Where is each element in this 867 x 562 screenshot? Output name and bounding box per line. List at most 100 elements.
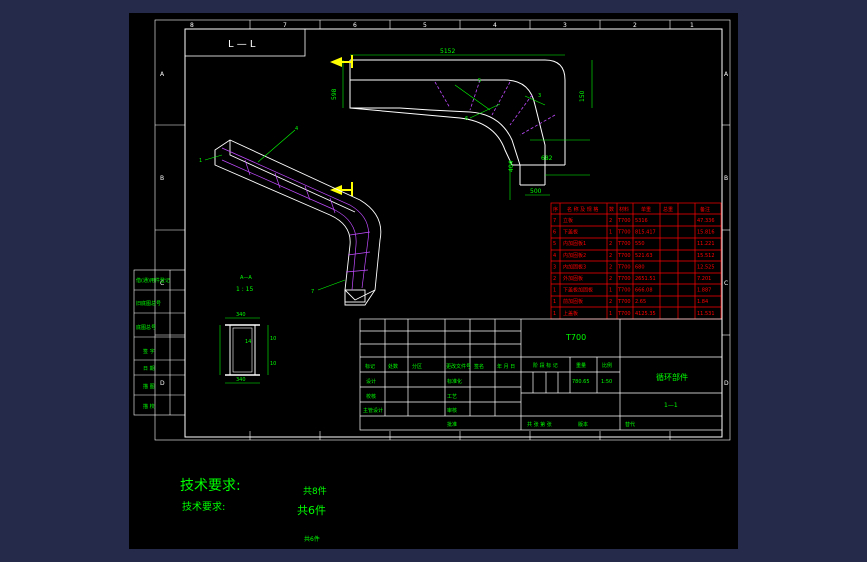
parts-cell: 2 (553, 276, 556, 282)
side-label: 描 校 (143, 403, 155, 410)
parts-cell: 内加固板3 (563, 263, 586, 270)
tb-scale: 1:50 (601, 379, 612, 385)
tb-h-weight: 重量 (576, 362, 586, 369)
tb-h-date: 年 月 日 (497, 363, 515, 370)
parts-cell: T700 (617, 253, 631, 259)
parts-cell: T700 (617, 230, 631, 236)
tb-weight: 780.65 (572, 379, 590, 385)
grid-label-top: 3 (563, 22, 567, 29)
tb-r-design: 设计 (366, 378, 376, 385)
tb-r-check: 校核 (366, 393, 376, 400)
balloon: 5 (478, 78, 481, 84)
parts-cell: 2 (609, 264, 612, 270)
parts-cell: 680 (635, 264, 645, 270)
tb-material: T700 (565, 333, 586, 342)
parts-header: 数 (609, 206, 614, 213)
parts-cell: 521.63 (635, 253, 653, 259)
grid-label-top: 1 (690, 22, 694, 29)
side-label: 描 图 (143, 383, 155, 390)
dim-radius: 682 (541, 155, 553, 162)
tb-drawing-name: 循环部件 (656, 372, 688, 382)
dim-length: 5152 (440, 48, 455, 55)
tb-h-doc: 更改文件号 (446, 363, 471, 370)
parts-cell: 2651.51 (635, 276, 656, 282)
parts-cell: 15.816 (697, 230, 715, 236)
parts-cell: 1 (553, 299, 556, 305)
parts-cell: T700 (617, 264, 631, 270)
tb-replace: 替代 (625, 421, 635, 428)
det-width-bottom: 340 (236, 377, 246, 383)
grid-label-left: D (160, 380, 165, 387)
parts-cell: 1 (553, 288, 556, 294)
grid-label-top: 8 (190, 22, 194, 29)
grid-label-right: C (724, 280, 728, 287)
tb-h-marks: 标记 (365, 363, 375, 370)
parts-cell: T700 (617, 311, 631, 317)
side-label: 签 字 (143, 348, 155, 355)
parts-cell: T700 (617, 299, 631, 305)
tb-r-audit: 审核 (447, 407, 457, 414)
grid-label-top: 5 (423, 22, 427, 29)
tb-h-scale: 比例 (602, 362, 612, 369)
parts-cell: 1.84 (697, 299, 708, 305)
tb-drawing-code: 1—1 (664, 402, 678, 409)
parts-cell: 3 (553, 264, 556, 270)
parts-cell: 1 (609, 288, 612, 294)
parts-cell: T700 (617, 276, 631, 282)
parts-cell: 2 (609, 276, 612, 282)
dim-right-height: 150 (579, 90, 586, 102)
parts-cell: 666.08 (635, 288, 653, 294)
side-label: 底图总号 (136, 324, 156, 331)
balloon: 4 (295, 126, 298, 132)
parts-cell: 2 (609, 241, 612, 247)
tb-r-tech: 工艺 (447, 394, 457, 400)
parts-header: 序 (553, 206, 558, 213)
parts-cell: 15.512 (697, 253, 715, 259)
notes-line-3: 共6件 (304, 535, 320, 543)
parts-cell: 2.65 (635, 299, 646, 305)
parts-cell: 11.531 (697, 311, 715, 317)
side-label: 日 期 (143, 366, 155, 372)
detail-label: A—A (240, 275, 252, 281)
parts-cell: 立板 (563, 217, 573, 224)
dim-left-height: 598 (331, 88, 338, 100)
detail-scale: 1 : 15 (236, 286, 253, 293)
balloon: 7 (311, 289, 314, 295)
parts-cell: 2 (609, 218, 612, 224)
tb-h-stage: 阶 段 标 记 (533, 362, 558, 369)
grid-label-right: B (724, 175, 728, 182)
grid-label-left: B (160, 175, 164, 182)
tb-h-sign: 签名 (474, 363, 484, 370)
grid-label-top: 2 (633, 22, 637, 29)
parts-cell: 550 (635, 241, 645, 247)
parts-cell: 上盖板 (563, 310, 578, 317)
tb-version: 版本 (578, 421, 588, 428)
tb-h-count: 处数 (388, 363, 398, 370)
parts-header: 名 称 及 规 格 (567, 206, 598, 213)
parts-cell: 815.417 (635, 230, 656, 236)
parts-cell: 7.201 (697, 276, 711, 282)
parts-cell: 4125.35 (635, 311, 656, 317)
parts-header: 单重 (641, 206, 651, 213)
dim-vertical: 404 (508, 160, 515, 172)
drawing-canvas: 8 7 6 5 4 3 2 1 A B C D A B C D L — L 51… (129, 13, 738, 549)
det-inner: 14 (245, 339, 251, 345)
balloon: 3 (538, 93, 541, 99)
parts-cell: 下盖板 (563, 229, 578, 236)
parts-cell: 5316 (635, 218, 648, 224)
parts-cell: 7 (553, 218, 556, 224)
parts-cell: 1 (609, 230, 612, 236)
tb-r-standard: 标准化 (447, 378, 462, 385)
parts-cell: 2 (609, 299, 612, 305)
parts-cell: 6 (553, 230, 556, 236)
parts-cell: 1 (609, 311, 612, 317)
tb-r-process: 主管设计 (363, 407, 383, 414)
balloon: 6 (465, 116, 468, 122)
parts-cell: 前加固板 (563, 298, 583, 305)
parts-cell: 外加固板 (563, 275, 583, 282)
tb-h-zone: 分区 (412, 363, 422, 370)
tb-sheets: 共 张 第 张 (527, 421, 552, 428)
tb-r-approve: 批准 (447, 421, 457, 428)
parts-cell: 47.336 (697, 218, 715, 224)
notes-title-small: 技术要求: (182, 500, 225, 513)
